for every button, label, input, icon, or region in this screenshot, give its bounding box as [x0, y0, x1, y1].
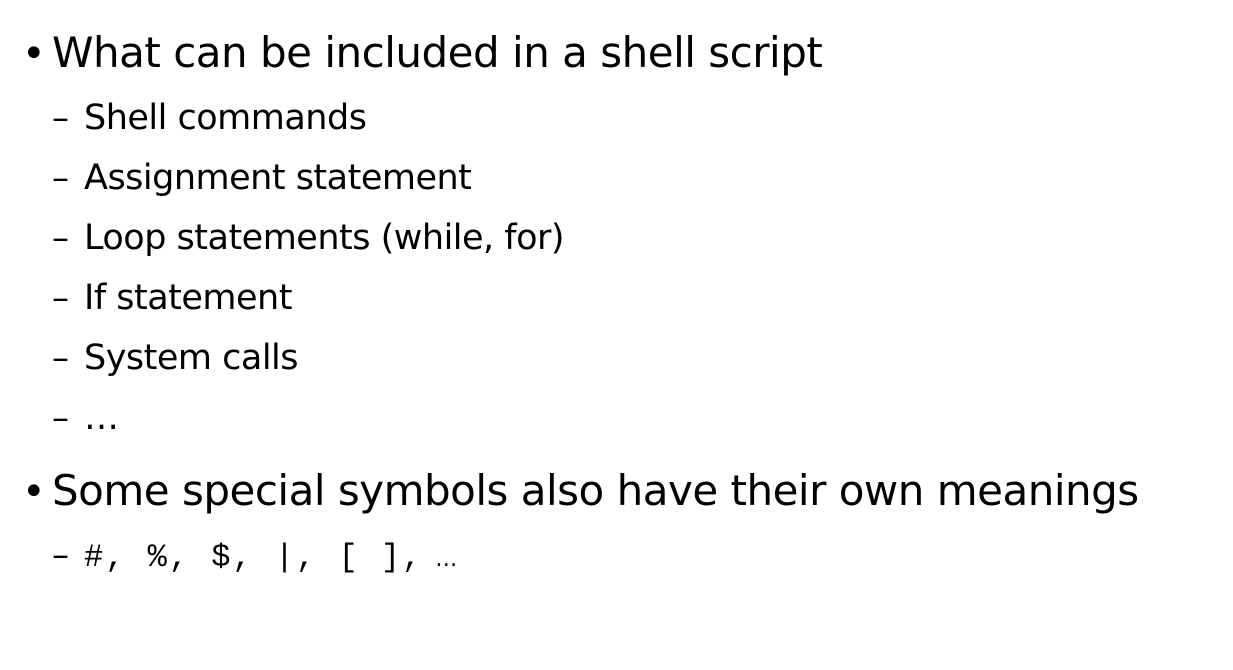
sub-item-text: Assignment statement	[84, 158, 472, 198]
bullet-item: • Some special symbols also have their o…	[22, 466, 1139, 515]
sub-item-text: Loop statements (while, for)	[84, 218, 565, 258]
symbols-ellipsis: …	[435, 547, 458, 572]
dash-marker: –	[52, 338, 69, 378]
dash-marker: –	[52, 158, 69, 198]
special-symbols: #, %, $, |, [ ],	[84, 539, 424, 576]
sub-item-text: If statement	[84, 278, 292, 318]
slide: • What can be included in a shell script…	[0, 0, 1233, 670]
sub-item: – Shell commands	[52, 98, 367, 138]
sub-item-text: System calls	[84, 338, 299, 378]
bullet-marker: •	[22, 31, 46, 77]
dash-marker: –	[52, 98, 69, 138]
sub-item-text: …	[84, 398, 119, 438]
sub-item: – #, %, $, |, [ ], …	[52, 538, 457, 574]
bullet-marker: •	[22, 469, 46, 515]
dash-marker: –	[52, 278, 69, 318]
sub-item: – Loop statements (while, for)	[52, 218, 565, 258]
sub-item: – System calls	[52, 338, 299, 378]
sub-item-text: Shell commands	[84, 98, 367, 138]
dash-marker: –	[52, 535, 69, 575]
bullet-item: • What can be included in a shell script	[22, 28, 823, 77]
dash-marker: –	[52, 218, 69, 258]
dash-marker: –	[52, 398, 69, 438]
sub-item: – Assignment statement	[52, 158, 472, 198]
sub-item: – …	[52, 401, 119, 436]
sub-item: – If statement	[52, 281, 292, 316]
bullet-text: Some special symbols also have their own…	[52, 466, 1139, 515]
bullet-text: What can be included in a shell script	[52, 28, 823, 77]
